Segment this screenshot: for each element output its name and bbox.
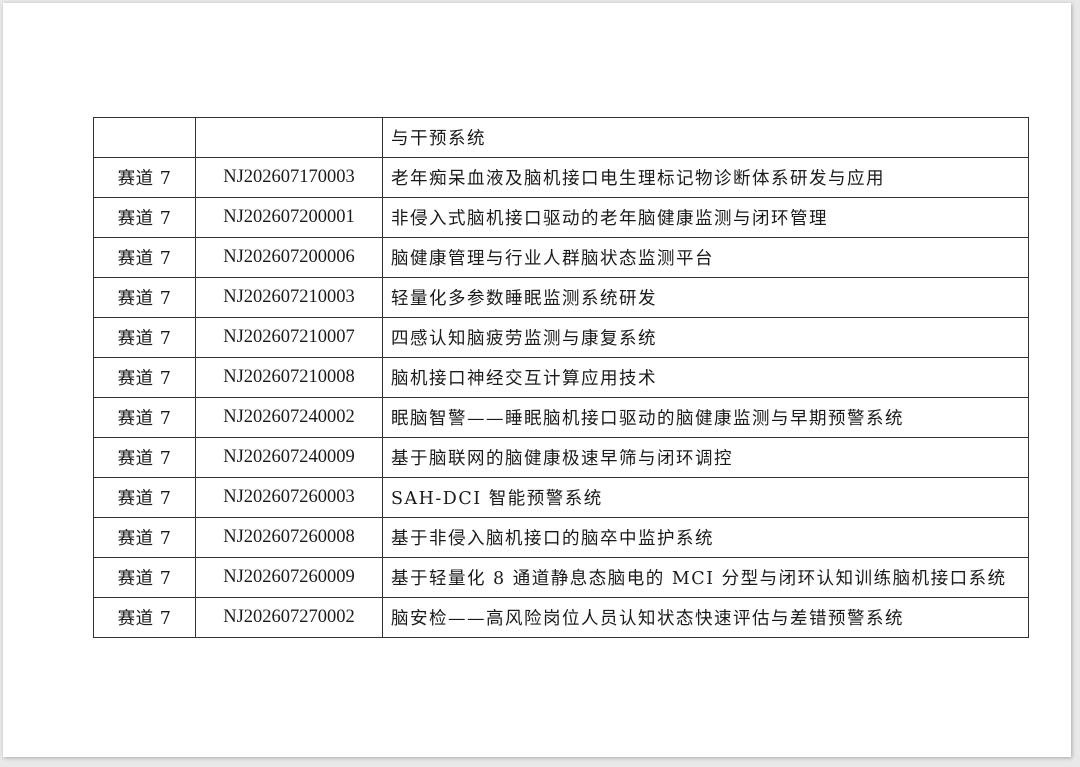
table-row: 赛道 7 NJ202607260009 基于轻量化 8 通道静息态脑电的 MCI… — [93, 557, 1029, 598]
project-title-cell: SAH-DCI 智能预警系统 — [382, 477, 1029, 518]
project-title-cell: 脑机接口神经交互计算应用技术 — [382, 357, 1029, 398]
track-cell: 赛道 7 — [93, 597, 196, 638]
table-row: 与干预系统 — [93, 117, 1029, 158]
project-id-cell: NJ202607240002 — [195, 397, 383, 438]
project-id-cell: NJ202607260003 — [195, 477, 383, 518]
table-row: 赛道 7 NJ202607170003 老年痴呆血液及脑机接口电生理标记物诊断体… — [93, 157, 1029, 198]
track-cell: 赛道 7 — [93, 277, 196, 318]
project-table-body: 与干预系统 赛道 7 NJ202607170003 老年痴呆血液及脑机接口电生理… — [93, 117, 1029, 638]
project-id-cell: NJ202607260009 — [195, 557, 383, 598]
project-title-cell: 基于轻量化 8 通道静息态脑电的 MCI 分型与闭环认知训练脑机接口系统 — [382, 557, 1029, 598]
track-cell: 赛道 7 — [93, 397, 196, 438]
track-cell: 赛道 7 — [93, 157, 196, 198]
table-row: 赛道 7 NJ202607200006 脑健康管理与行业人群脑状态监测平台 — [93, 237, 1029, 278]
table-row: 赛道 7 NJ202607200001 非侵入式脑机接口驱动的老年脑健康监测与闭… — [93, 197, 1029, 238]
project-title-cell: 轻量化多参数睡眠监测系统研发 — [382, 277, 1029, 318]
project-id-cell — [195, 117, 383, 158]
project-title-cell: 脑健康管理与行业人群脑状态监测平台 — [382, 237, 1029, 278]
project-title-cell: 四感认知脑疲劳监测与康复系统 — [382, 317, 1029, 358]
table-row: 赛道 7 NJ202607240002 眠脑智警——睡眠脑机接口驱动的脑健康监测… — [93, 397, 1029, 438]
table-row: 赛道 7 NJ202607260008 基于非侵入脑机接口的脑卒中监护系统 — [93, 517, 1029, 558]
track-cell: 赛道 7 — [93, 477, 196, 518]
table-row: 赛道 7 NJ202607270002 脑安检——高风险岗位人员认知状态快速评估… — [93, 597, 1029, 638]
track-cell — [93, 117, 196, 158]
project-title-cell: 基于非侵入脑机接口的脑卒中监护系统 — [382, 517, 1029, 558]
project-id-cell: NJ202607210003 — [195, 277, 383, 318]
project-id-cell: NJ202607210007 — [195, 317, 383, 358]
table-row: 赛道 7 NJ202607260003 SAH-DCI 智能预警系统 — [93, 477, 1029, 518]
track-cell: 赛道 7 — [93, 517, 196, 558]
track-cell: 赛道 7 — [93, 557, 196, 598]
track-cell: 赛道 7 — [93, 357, 196, 398]
track-cell: 赛道 7 — [93, 437, 196, 478]
project-title-cell: 老年痴呆血液及脑机接口电生理标记物诊断体系研发与应用 — [382, 157, 1029, 198]
table-row: 赛道 7 NJ202607210008 脑机接口神经交互计算应用技术 — [93, 357, 1029, 398]
project-id-cell: NJ202607200001 — [195, 197, 383, 238]
project-title-cell: 与干预系统 — [382, 117, 1029, 158]
project-table: 与干预系统 赛道 7 NJ202607170003 老年痴呆血液及脑机接口电生理… — [93, 117, 1029, 638]
table-row: 赛道 7 NJ202607210003 轻量化多参数睡眠监测系统研发 — [93, 277, 1029, 318]
track-cell: 赛道 7 — [93, 237, 196, 278]
project-title-cell: 非侵入式脑机接口驱动的老年脑健康监测与闭环管理 — [382, 197, 1029, 238]
document-page: 与干预系统 赛道 7 NJ202607170003 老年痴呆血液及脑机接口电生理… — [3, 3, 1071, 757]
project-id-cell: NJ202607170003 — [195, 157, 383, 198]
project-title-cell: 脑安检——高风险岗位人员认知状态快速评估与差错预警系统 — [382, 597, 1029, 638]
project-id-cell: NJ202607200006 — [195, 237, 383, 278]
project-id-cell: NJ202607240009 — [195, 437, 383, 478]
project-id-cell: NJ202607210008 — [195, 357, 383, 398]
project-id-cell: NJ202607260008 — [195, 517, 383, 558]
table-row: 赛道 7 NJ202607210007 四感认知脑疲劳监测与康复系统 — [93, 317, 1029, 358]
track-cell: 赛道 7 — [93, 197, 196, 238]
project-id-cell: NJ202607270002 — [195, 597, 383, 638]
table-row: 赛道 7 NJ202607240009 基于脑联网的脑健康极速早筛与闭环调控 — [93, 437, 1029, 478]
project-title-cell: 基于脑联网的脑健康极速早筛与闭环调控 — [382, 437, 1029, 478]
project-title-cell: 眠脑智警——睡眠脑机接口驱动的脑健康监测与早期预警系统 — [382, 397, 1029, 438]
track-cell: 赛道 7 — [93, 317, 196, 358]
